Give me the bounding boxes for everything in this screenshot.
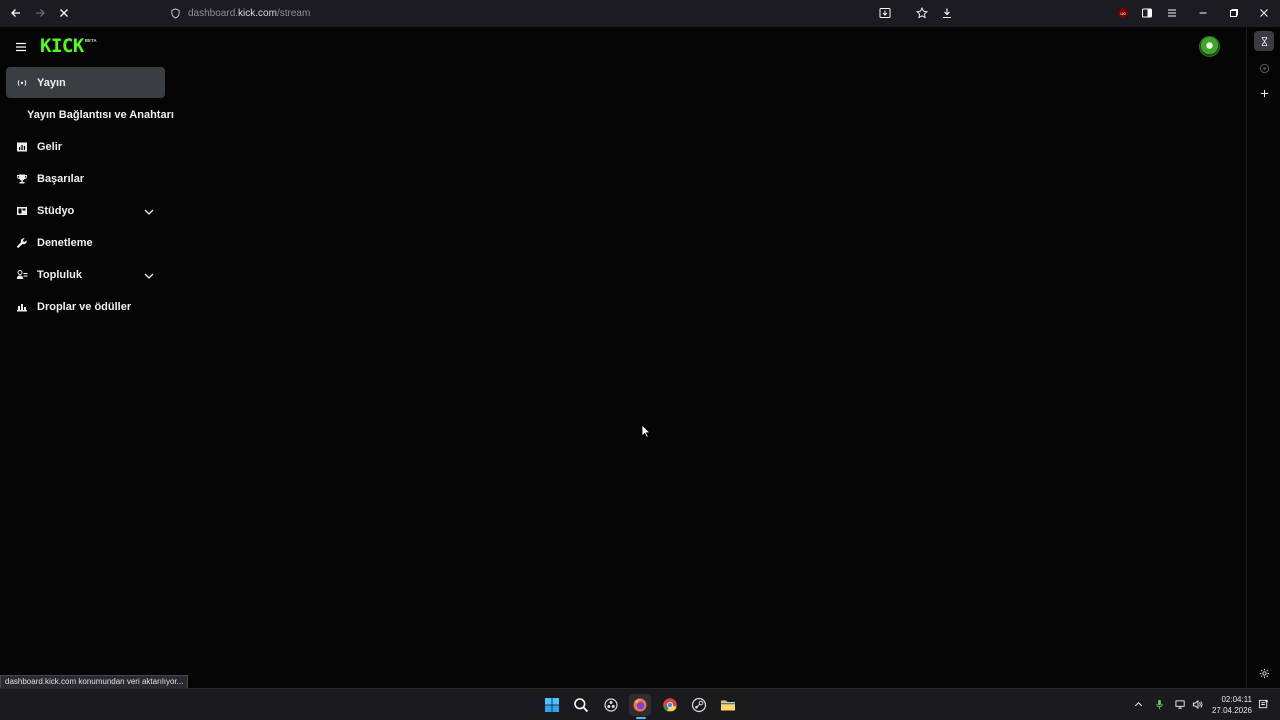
beta-badge: BETA <box>84 38 97 43</box>
taskbar-clock[interactable]: 02:04:11 27.04.2026 <box>1206 694 1252 716</box>
microphone-icon[interactable] <box>1152 697 1166 711</box>
sidebar-item-yayin[interactable]: Yayın <box>6 67 165 98</box>
clock-date: 27.04.2026 <box>1211 706 1252 715</box>
close-window-icon[interactable] <box>1255 4 1273 22</box>
chevron-down-icon[interactable] <box>143 205 155 217</box>
sidebar-item-stream-key[interactable]: Yayın Bağlantısı ve Anahtarı <box>6 99 174 130</box>
tray-expand-icon[interactable] <box>1131 697 1145 711</box>
sidebar-toggle-icon[interactable] <box>1138 4 1156 22</box>
wrench-icon <box>15 236 28 249</box>
app-header: KICK BETA <box>0 27 1246 67</box>
add-panel-icon[interactable] <box>1254 83 1274 103</box>
steam-icon[interactable] <box>688 694 710 716</box>
studio-icon <box>15 204 28 217</box>
page-save-icon[interactable] <box>876 4 894 22</box>
chart-icon <box>15 140 28 153</box>
sidebar-item-label: Yayın Bağlantısı ve Anahtarı <box>27 108 174 121</box>
notification-icon[interactable] <box>1256 697 1270 711</box>
sidebar-item-label: Droplar ve ödüller <box>37 300 132 313</box>
back-icon[interactable] <box>5 2 27 24</box>
active-app-indicator <box>636 717 646 719</box>
sidebar-item-droplar[interactable]: Droplar ve ödüller <box>6 291 165 322</box>
sidebar-item-label: Yayın <box>37 76 66 89</box>
browser-toolbar: dashboard.kick.com/stream uo <box>0 0 1280 27</box>
sidebar-item-label: Stüdyo <box>37 204 75 217</box>
sidebar-item-topluluk[interactable]: Topluluk <box>6 259 165 290</box>
chrome-icon[interactable] <box>659 694 681 716</box>
file-explorer-icon[interactable] <box>717 694 739 716</box>
windows-taskbar: 02:04:11 27.04.2026 <box>0 688 1280 720</box>
firefox-icon[interactable] <box>629 694 651 716</box>
sidebar-item-label: Gelir <box>37 140 63 153</box>
minimize-icon[interactable] <box>1194 4 1212 22</box>
sidebar-item-gelir[interactable]: Gelir <box>6 131 165 162</box>
sidebar-item-studyo[interactable]: Stüdyo <box>6 195 165 226</box>
loading-status-text: dashboard.kick.com konumundan veri aktar… <box>0 675 189 689</box>
sidebar-item-label: Başarılar <box>37 172 85 185</box>
drops-icon <box>15 300 28 313</box>
chevron-down-icon[interactable] <box>143 269 155 281</box>
clock-time: 02:04:11 <box>1221 695 1252 704</box>
settings-gear-icon[interactable] <box>1254 663 1274 683</box>
downloads-icon[interactable] <box>938 4 956 22</box>
sidebar-item-basarilar[interactable]: Başarılar <box>6 163 165 194</box>
kick-logo[interactable]: KICK BETA <box>40 37 97 56</box>
search-icon[interactable] <box>570 694 592 716</box>
browser-sidebar <box>1246 27 1280 688</box>
trophy-icon <box>15 172 28 185</box>
restore-icon[interactable] <box>1225 4 1243 22</box>
sidebar-item-label: Topluluk <box>37 268 83 281</box>
stop-loading-icon[interactable] <box>53 2 75 24</box>
mouse-cursor-icon <box>641 424 651 438</box>
bookmark-star-icon[interactable] <box>913 4 931 22</box>
windows-start-icon[interactable] <box>541 694 563 716</box>
url-bar[interactable]: dashboard.kick.com/stream <box>170 4 310 23</box>
network-icon[interactable] <box>1173 697 1187 711</box>
url-text: dashboard.kick.com/stream <box>188 8 311 19</box>
svg-text:uo: uo <box>1120 12 1126 17</box>
forward-icon[interactable] <box>29 2 51 24</box>
obs-icon[interactable] <box>600 694 622 716</box>
sidebar-item-label: Denetleme <box>37 236 93 249</box>
sidebar-item-denetleme[interactable]: Denetleme <box>6 227 165 258</box>
user-avatar[interactable] <box>1199 36 1220 57</box>
extension-icon[interactable] <box>1254 58 1274 78</box>
stream-icon <box>15 76 28 89</box>
shield-icon <box>170 8 181 19</box>
ublock-extension-icon[interactable]: uo <box>1114 4 1132 22</box>
community-icon <box>15 268 28 281</box>
hamburger-menu-icon[interactable] <box>12 38 30 56</box>
hourglass-icon[interactable] <box>1254 31 1274 51</box>
volume-icon[interactable] <box>1190 697 1204 711</box>
menu-icon[interactable] <box>1163 4 1181 22</box>
